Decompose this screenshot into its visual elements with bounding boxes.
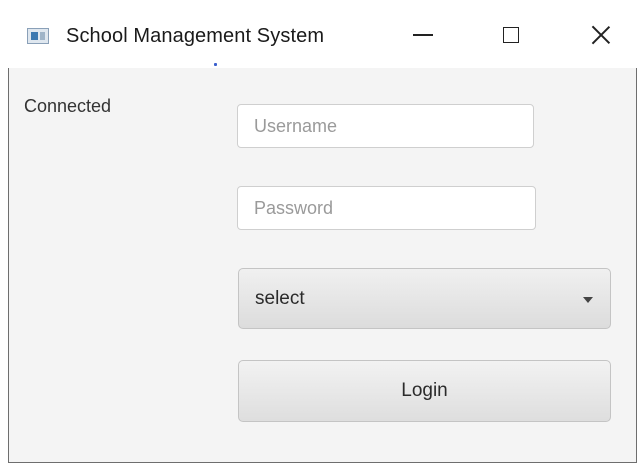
login-window: School Management System Connected selec… xyxy=(0,0,644,470)
window-title: School Management System xyxy=(66,25,325,47)
connection-status-label: Connected xyxy=(24,96,112,116)
close-button[interactable] xyxy=(573,12,629,58)
password-input[interactable] xyxy=(237,186,536,230)
maximize-button[interactable] xyxy=(483,12,539,58)
role-select[interactable]: select xyxy=(238,268,611,329)
minimize-button[interactable] xyxy=(395,12,451,58)
focus-indicator xyxy=(214,63,217,66)
close-icon xyxy=(591,25,611,45)
window-border-bottom xyxy=(0,462,644,470)
minimize-icon xyxy=(413,34,433,36)
chevron-down-icon xyxy=(583,297,593,303)
username-input[interactable] xyxy=(237,104,534,148)
app-icon xyxy=(27,28,49,44)
title-bar[interactable]: School Management System xyxy=(0,0,644,68)
window-border-right xyxy=(636,68,644,470)
window-border-left xyxy=(0,68,9,470)
login-button[interactable]: Login xyxy=(238,360,611,422)
maximize-icon xyxy=(503,27,519,43)
role-select-value: select xyxy=(255,288,305,309)
